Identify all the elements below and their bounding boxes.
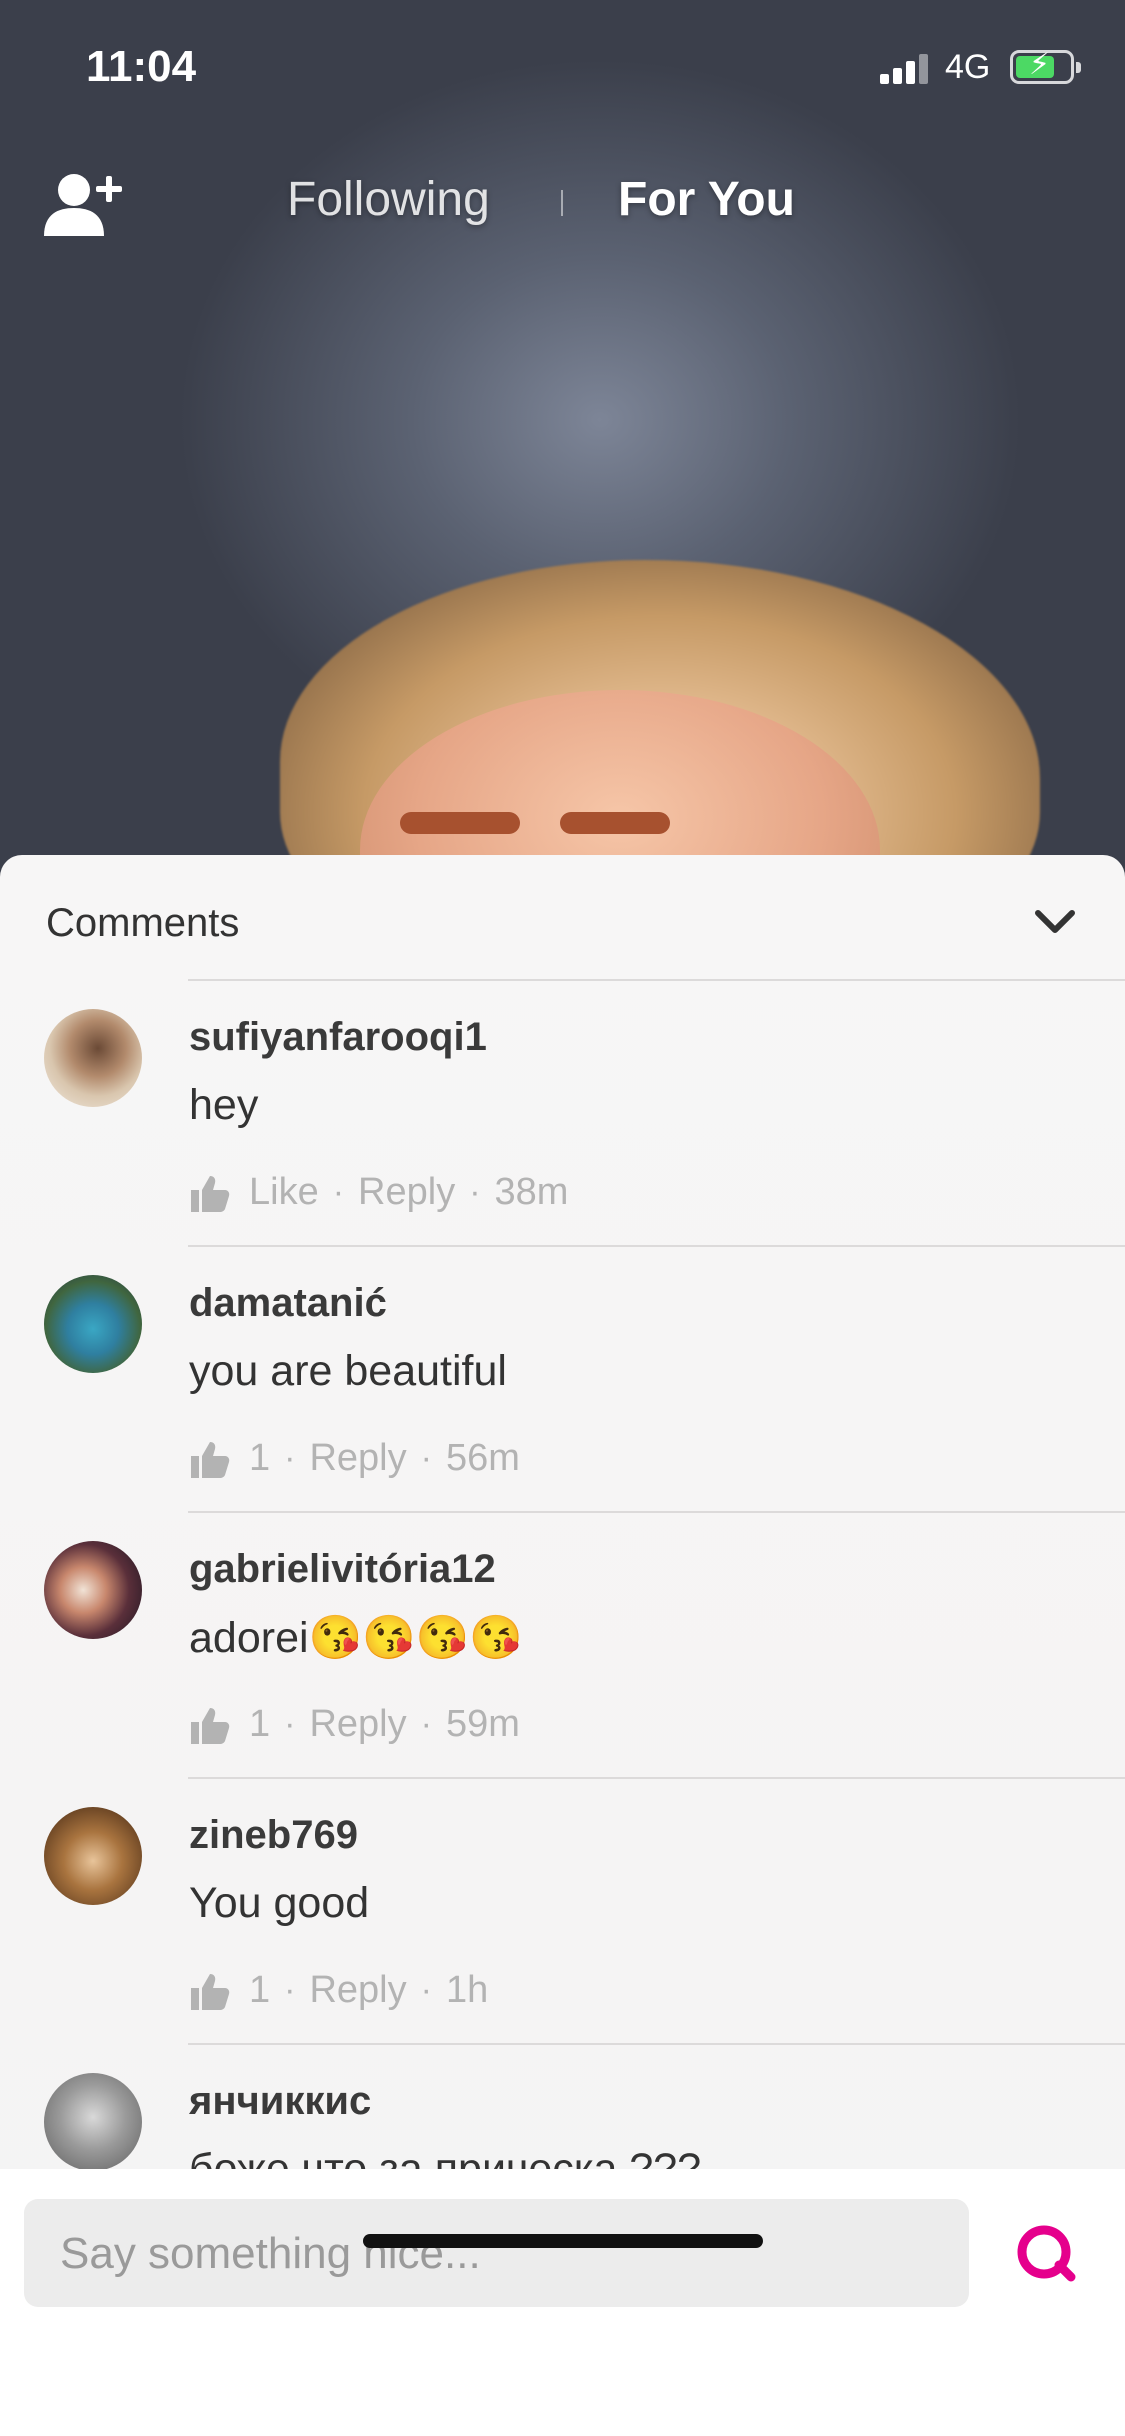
comment-item: gabrielivitória12 adorei😘😘😘😘 1 · Reply ·… <box>0 1511 1125 1777</box>
separator-dot: · <box>284 1439 296 1477</box>
reply-button[interactable]: Reply <box>309 1703 406 1746</box>
video-subject-brow <box>560 812 670 834</box>
comment-item: zineb769 You good 1 · Reply · 1h <box>0 1777 1125 2043</box>
battery-icon: ⚡ <box>1010 47 1081 84</box>
reply-button[interactable]: Reply <box>358 1171 455 1214</box>
avatar[interactable] <box>44 1541 142 1639</box>
avatar[interactable] <box>44 1009 142 1107</box>
thumbs-up-icon[interactable] <box>189 1438 231 1480</box>
comments-header: Comments <box>0 855 1125 980</box>
status-time: 11:04 <box>86 42 197 91</box>
comment-text: боже что за прическа ??? <box>189 2145 702 2169</box>
comment-item: sufiyanfarooqi1 hey Like · Reply · 38m <box>0 979 1125 1245</box>
comment-time: 59m <box>445 1703 520 1745</box>
comment-text: you are beautiful <box>189 1347 507 1395</box>
tab-for-you[interactable]: For You <box>618 172 795 227</box>
comment-item: янчиккис боже что за прическа ??? <box>0 2043 1125 2169</box>
separator-dot: · <box>420 1971 432 2009</box>
comment-username[interactable]: zineb769 <box>189 1813 358 1858</box>
comment-username[interactable]: damatanić <box>189 1281 387 1326</box>
comment-text: You good <box>189 1879 370 1927</box>
video-background[interactable] <box>0 0 1125 880</box>
comment-username[interactable]: sufiyanfarooqi1 <box>189 1015 487 1060</box>
comment-actions: Like · Reply · 38m <box>189 1171 568 1214</box>
thumbs-up-icon[interactable] <box>189 1704 231 1746</box>
network-type: 4G <box>945 48 991 86</box>
separator-dot: · <box>332 1173 345 1211</box>
comment-item: damatanić you are beautiful 1 · Reply · … <box>0 1245 1125 1511</box>
reply-button[interactable]: Reply <box>309 1437 406 1480</box>
comment-input-bar: Say something nice... <box>0 2169 1125 2436</box>
like-count[interactable]: 1 <box>249 1969 270 2012</box>
avatar[interactable] <box>44 1807 142 1905</box>
comment-text: hey <box>189 1081 259 1129</box>
avatar[interactable] <box>44 1275 142 1373</box>
like-count[interactable]: 1 <box>249 1703 270 1746</box>
comment-username[interactable]: янчиккис <box>189 2079 371 2124</box>
comment-actions: 1 · Reply · 59m <box>189 1703 520 1746</box>
status-bar: 11:04 4G ⚡ <box>0 0 1125 130</box>
separator-dot: · <box>420 1705 432 1743</box>
video-subject-brow <box>400 812 520 834</box>
comment-time: 56m <box>445 1437 520 1479</box>
home-indicator[interactable] <box>363 2234 763 2248</box>
separator-dot: · <box>284 1971 296 2009</box>
comment-text: adorei😘😘😘😘 <box>189 1614 523 1662</box>
tab-following[interactable]: Following <box>287 172 490 227</box>
separator-dot: · <box>284 1705 296 1743</box>
thumbs-up-icon[interactable] <box>189 1970 231 2012</box>
separator-dot: · <box>420 1439 432 1477</box>
comment-input[interactable]: Say something nice... <box>24 2199 969 2307</box>
separator-dot: · <box>469 1173 481 1211</box>
like-label[interactable]: Like <box>249 1171 319 1214</box>
comment-actions: 1 · Reply · 56m <box>189 1437 520 1480</box>
like-count[interactable]: 1 <box>249 1437 270 1480</box>
mention-icon[interactable] <box>1015 2221 1077 2283</box>
comment-username[interactable]: gabrielivitória12 <box>189 1547 496 1592</box>
comment-time: 38m <box>494 1171 569 1213</box>
add-friend-icon[interactable] <box>40 170 130 240</box>
chevron-down-icon[interactable] <box>1030 897 1080 947</box>
comment-actions: 1 · Reply · 1h <box>189 1969 488 2012</box>
comments-title: Comments <box>46 901 240 945</box>
feed-nav: Following For You <box>0 160 1125 280</box>
avatar[interactable] <box>44 2073 142 2169</box>
signal-strength-icon <box>880 52 932 84</box>
comment-time: 1h <box>445 1969 489 2011</box>
thumbs-up-icon[interactable] <box>189 1172 231 1214</box>
reply-button[interactable]: Reply <box>309 1969 406 2012</box>
tab-divider <box>561 190 563 216</box>
